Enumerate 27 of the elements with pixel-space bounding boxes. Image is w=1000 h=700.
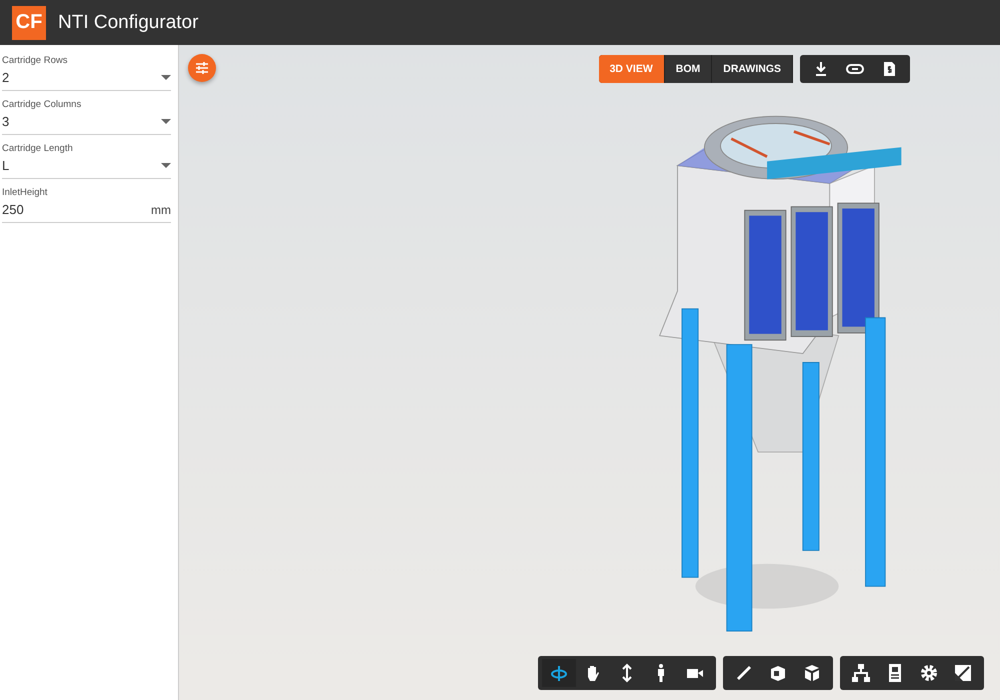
orbit-icon xyxy=(549,663,569,683)
settings-sliders-button[interactable] xyxy=(188,54,216,82)
dropdown-caret-icon xyxy=(161,163,171,168)
dropdown-caret-icon xyxy=(161,119,171,124)
number-input-field[interactable]: 250 mm xyxy=(2,198,171,223)
app-title: NTI Configurator xyxy=(58,12,198,34)
link-icon xyxy=(846,64,864,74)
dropdown-field[interactable]: 3 xyxy=(2,110,171,135)
field-label: Cartridge Length xyxy=(2,143,74,154)
field-label: InletHeight xyxy=(2,187,48,198)
cube-icon xyxy=(802,663,822,683)
orbit-tool-button[interactable] xyxy=(542,659,576,687)
view-tab[interactable]: BOM xyxy=(664,55,712,83)
app-logo: CF xyxy=(12,6,46,40)
settings-icon xyxy=(919,663,939,683)
dropdown-caret-icon xyxy=(161,75,171,80)
hierarchy-icon xyxy=(851,663,871,683)
dropdown-field[interactable]: L xyxy=(2,154,171,179)
download-icon xyxy=(814,61,828,77)
fullscreen-icon xyxy=(954,664,972,682)
view-tab[interactable]: DRAWINGS xyxy=(712,55,793,83)
dropdown-field[interactable]: 2 xyxy=(2,66,171,91)
price-document-icon xyxy=(882,61,896,77)
sliders-icon xyxy=(195,61,209,75)
field-label: Cartridge Columns xyxy=(2,99,82,110)
field-label: Cartridge Rows xyxy=(2,55,68,66)
box-icon xyxy=(768,663,788,683)
